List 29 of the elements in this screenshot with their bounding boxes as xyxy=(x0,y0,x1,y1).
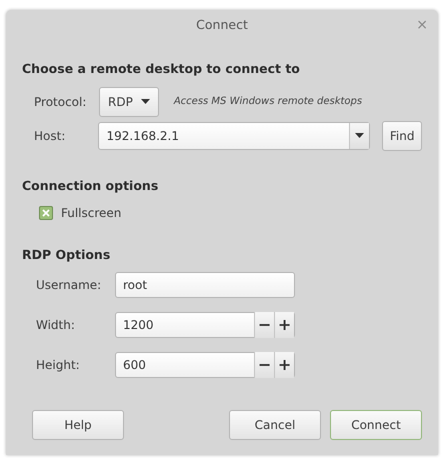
dialog-button[interactable]: Connect xyxy=(330,410,422,440)
section-heading: RDP Options xyxy=(22,246,112,264)
section-heading: Connection options xyxy=(22,176,160,195)
field-label: Protocol: xyxy=(34,94,88,111)
section-heading: Choose a remote desktop to connect to xyxy=(22,60,301,78)
spin-field[interactable]: 1200 − + xyxy=(115,312,295,338)
increment-button[interactable]: + xyxy=(274,352,294,378)
hint-text: Access MS Windows remote desktops xyxy=(174,95,362,110)
field-label: Width: xyxy=(36,317,76,334)
field-label: Height: xyxy=(36,357,81,374)
find-button[interactable]: Find xyxy=(382,120,422,151)
dialog-button[interactable]: Help xyxy=(32,410,124,440)
decrement-button[interactable]: − xyxy=(254,352,274,378)
increment-button[interactable]: + xyxy=(274,312,294,338)
text-field[interactable]: root xyxy=(115,272,295,298)
field-label: Host: xyxy=(34,128,66,145)
window-title: Connect xyxy=(196,16,248,34)
dropdown-button[interactable] xyxy=(348,122,370,149)
protocol-dropdown[interactable]: RDP xyxy=(99,86,159,117)
spin-field[interactable]: 600 − + xyxy=(115,352,295,378)
decrement-button[interactable]: − xyxy=(254,312,274,338)
checkbox[interactable] xyxy=(39,206,53,220)
caret-icon xyxy=(140,99,150,104)
field-label: Username: xyxy=(36,277,102,294)
host-combo-box[interactable]: 192.168.2.1 xyxy=(98,122,370,150)
dialog-button[interactable]: Cancel xyxy=(229,410,321,440)
checkbox-label: Fullscreen xyxy=(61,204,122,222)
cross-icon xyxy=(42,208,50,216)
caret-icon xyxy=(355,133,364,138)
